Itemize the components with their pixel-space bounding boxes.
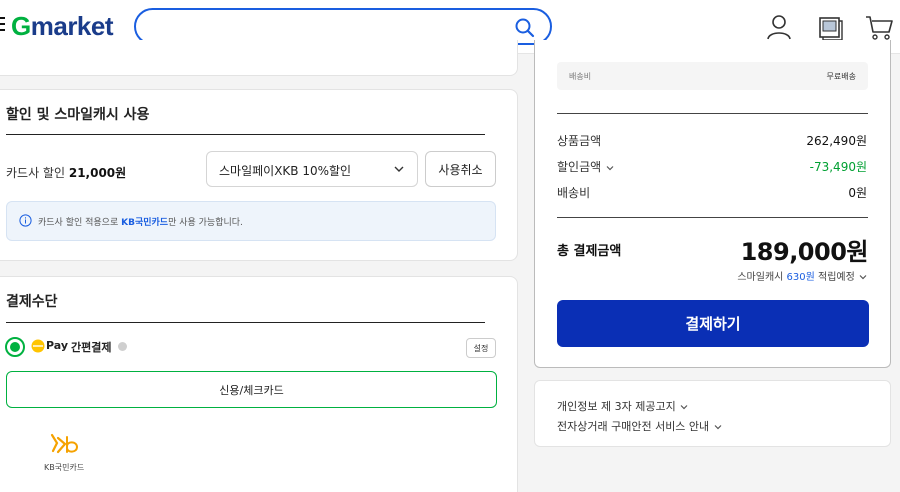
info-text: 카드사 할인 적용으로 KB국민카드만 사용 가능합니다. bbox=[38, 215, 243, 228]
discount-section: 할인 및 스마일캐시 사용 카드사 할인 21,000원 스마일페이XKB 10… bbox=[0, 89, 518, 261]
smile-pay-label: 간편결제 bbox=[71, 341, 112, 354]
delivery-fee-value: 0원 bbox=[848, 186, 867, 200]
shipping-box: 배송비 무료배송 bbox=[557, 62, 868, 90]
discount-title: 할인 및 스마일캐시 사용 bbox=[6, 107, 150, 123]
logo-g: G bbox=[11, 11, 31, 41]
search-icon[interactable] bbox=[514, 17, 536, 39]
smile-cash-toggle[interactable]: 스마일캐시 630원 적립예정 bbox=[737, 268, 868, 283]
delivery-fee-label: 배송비 bbox=[557, 186, 591, 200]
total-value: 189,000원 bbox=[740, 238, 869, 266]
card-discount-label: 카드사 할인 21,000원 bbox=[6, 164, 126, 181]
chevron-down-icon bbox=[714, 425, 722, 430]
pay-word: Pay bbox=[46, 339, 69, 352]
cart-icon[interactable] bbox=[864, 12, 894, 42]
privacy-notice-label: 개인정보 제 3자 제공고지 bbox=[557, 400, 676, 413]
smile-cash-suffix: 적립예정 bbox=[814, 272, 855, 283]
discount-select-value: 스마일페이XKB 10%할인 bbox=[219, 164, 352, 178]
kb-card-name: KB국민카드 bbox=[44, 463, 85, 472]
info-suffix: 만 사용 가능합니다. bbox=[168, 218, 243, 228]
payment-title: 결제수단 bbox=[6, 294, 58, 310]
legal-notices: 개인정보 제 3자 제공고지 전자상거래 구매안전 서비스 안내 bbox=[534, 380, 891, 447]
smile-pay-radio[interactable] bbox=[5, 337, 25, 357]
product-amount-label: 상품금액 bbox=[557, 134, 602, 148]
info-icon[interactable] bbox=[118, 342, 127, 351]
chevron-down-icon bbox=[606, 165, 614, 170]
gmarket-logo[interactable]: Gmarket bbox=[11, 10, 114, 42]
escrow-notice-link[interactable]: 전자상거래 구매안전 서비스 안내 bbox=[557, 418, 723, 434]
discount-select[interactable]: 스마일페이XKB 10%할인 bbox=[206, 151, 418, 187]
escrow-notice-label: 전자상거래 구매안전 서비스 안내 bbox=[557, 420, 710, 433]
discount-amount-label: 할인금액 bbox=[557, 160, 602, 174]
cancel-discount-button[interactable]: 사용취소 bbox=[425, 151, 496, 187]
info-notice: 카드사 할인 적용으로 KB국민카드만 사용 가능합니다. bbox=[6, 201, 496, 241]
order-summary: 배송비 무료배송 상품금액 262,490원 할인금액 -73,490원 배송비… bbox=[534, 40, 891, 368]
discount-amount-toggle[interactable]: 할인금액 bbox=[557, 158, 615, 175]
divider bbox=[557, 113, 868, 114]
total-label: 총 결제금액 bbox=[557, 244, 622, 259]
user-icon[interactable] bbox=[764, 12, 794, 42]
divider bbox=[557, 217, 868, 218]
discount-amount-value: -73,490원 bbox=[809, 160, 867, 174]
kb-card-logo-icon[interactable] bbox=[49, 432, 83, 458]
info-prefix: 카드사 할인 적용으로 bbox=[38, 218, 122, 228]
recent-items-icon[interactable] bbox=[815, 12, 845, 42]
smile-pay-logo-icon bbox=[31, 339, 45, 353]
card-discount-amount: 21,000원 bbox=[68, 166, 127, 180]
info-highlight: KB국민카드 bbox=[121, 218, 169, 228]
divider bbox=[6, 322, 485, 323]
pay-button[interactable]: 결제하기 bbox=[557, 300, 869, 347]
logo-text: market bbox=[30, 11, 114, 41]
credit-card-button[interactable]: 신용/체크카드 bbox=[6, 371, 497, 408]
card-discount-prefix: 카드사 할인 bbox=[6, 166, 69, 180]
smile-cash-points: 630원 bbox=[786, 272, 815, 283]
shipping-value: 무료배송 bbox=[826, 72, 856, 81]
info-icon bbox=[19, 214, 32, 227]
product-amount-value: 262,490원 bbox=[806, 134, 867, 148]
menu-icon[interactable] bbox=[0, 17, 5, 35]
chevron-down-icon bbox=[394, 166, 404, 172]
previous-section-card bbox=[0, 40, 518, 76]
chevron-down-icon bbox=[859, 275, 867, 280]
shipping-label: 배송비 bbox=[569, 72, 592, 81]
search-input[interactable] bbox=[152, 16, 512, 38]
payment-method-section: 결제수단 Pay 간편결제 설정 신용/체크카드 KB국민카드 bbox=[0, 276, 518, 492]
privacy-notice-link[interactable]: 개인정보 제 3자 제공고지 bbox=[557, 398, 689, 414]
chevron-down-icon bbox=[680, 405, 688, 410]
divider bbox=[6, 134, 485, 135]
pay-setting-button[interactable]: 설정 bbox=[466, 338, 496, 358]
smile-cash-prefix: 스마일캐시 bbox=[737, 272, 787, 283]
